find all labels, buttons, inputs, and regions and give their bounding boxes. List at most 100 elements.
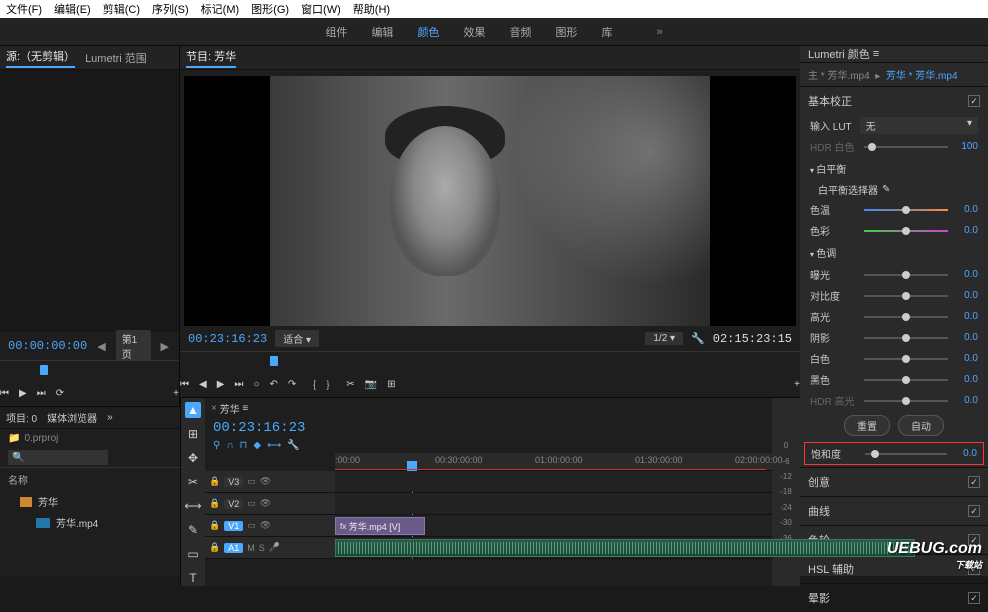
contrast-slider[interactable] xyxy=(864,295,948,297)
menu-window[interactable]: 窗口(W) xyxy=(301,1,341,17)
source-monitor[interactable] xyxy=(0,70,179,332)
pager-prev[interactable]: ◀ xyxy=(95,340,107,353)
track-v2-head[interactable]: 🔒V2▭ xyxy=(205,493,335,514)
export-frame-icon[interactable]: 📷 xyxy=(365,379,377,390)
ws-tab-graphics[interactable]: 图形 xyxy=(555,24,577,40)
tl-snap-icon[interactable]: ⚲ xyxy=(213,440,220,451)
program-ruler[interactable] xyxy=(180,351,800,371)
eye-icon[interactable] xyxy=(260,476,271,487)
eye-icon[interactable] xyxy=(260,520,271,531)
auto-button[interactable]: 自动 xyxy=(898,415,944,436)
saturation-value[interactable]: 0.0 xyxy=(953,448,977,459)
track-v3-head[interactable]: 🔒V3▭ xyxy=(205,471,335,492)
creative-check[interactable] xyxy=(968,476,980,488)
tl-ctrl4-icon[interactable]: ◆ xyxy=(253,440,261,451)
ripple-tool[interactable]: ✥ xyxy=(185,450,201,466)
slip-tool[interactable]: ⟷ xyxy=(185,498,201,514)
fit-dropdown[interactable]: 适合 ▾ xyxy=(275,330,319,347)
ws-tab-color[interactable]: 颜色 xyxy=(417,24,439,40)
src-loop-icon[interactable]: ⟳ xyxy=(56,388,64,399)
extract-icon[interactable]: ↷ xyxy=(288,379,296,390)
sequence-tab[interactable]: 芳华 xyxy=(220,401,240,416)
track-v2[interactable] xyxy=(335,493,772,514)
highlights-value[interactable]: 0.0 xyxy=(954,311,978,322)
go-in-icon[interactable]: ｛ xyxy=(306,377,316,392)
vignette-section[interactable]: 晕影 xyxy=(808,590,830,606)
tint-slider[interactable] xyxy=(864,230,948,232)
play-icon[interactable]: ▶ xyxy=(217,379,225,390)
creative-section[interactable]: 创意 xyxy=(808,474,830,490)
ws-tab-effects[interactable]: 效果 xyxy=(463,24,485,40)
reset-button[interactable]: 重置 xyxy=(844,415,890,436)
audio-clip[interactable] xyxy=(335,539,915,557)
record-icon[interactable]: 🎤 xyxy=(269,542,280,553)
solo-button[interactable]: S xyxy=(259,543,265,553)
track-label[interactable]: V2 xyxy=(224,499,243,509)
source-clip-link[interactable]: 芳华 * 芳华.mp4 xyxy=(886,71,958,82)
track-a1-head[interactable]: 🔒A1MS🎤 xyxy=(205,537,335,558)
exposure-value[interactable]: 0.0 xyxy=(954,269,978,280)
resolution-dropdown[interactable]: 1/2 ▾ xyxy=(645,332,683,345)
razor-tool[interactable]: ✂ xyxy=(185,474,201,490)
track-label[interactable]: V1 xyxy=(224,521,243,531)
contrast-value[interactable]: 0.0 xyxy=(954,290,978,301)
settings-icon[interactable]: 🔧 xyxy=(691,332,705,345)
eye-icon[interactable] xyxy=(260,498,271,509)
vignette-check[interactable] xyxy=(968,592,980,604)
tl-marker-icon[interactable]: ⊓ xyxy=(240,440,248,451)
type-tool[interactable]: T xyxy=(185,570,201,586)
source-tab[interactable]: 源:（无剪辑） xyxy=(6,48,75,68)
project-search[interactable] xyxy=(8,450,108,465)
src-add-icon[interactable]: + xyxy=(173,388,179,399)
lock-icon[interactable]: 🔒 xyxy=(209,520,220,531)
menu-graphics[interactable]: 图形(G) xyxy=(251,1,289,17)
tl-ctrl5-icon[interactable]: ⟷ xyxy=(267,440,281,451)
basic-correction-header[interactable]: 基本校正 xyxy=(808,93,852,109)
track-v1-head[interactable]: 🔒V1▭ xyxy=(205,515,335,536)
project-more[interactable]: » xyxy=(107,412,113,423)
track-select-tool[interactable]: ⊞ xyxy=(185,426,201,442)
media-browser-tab[interactable]: 媒体浏览器 xyxy=(47,410,97,425)
ws-tab-editing[interactable]: 编辑 xyxy=(371,24,393,40)
shadows-value[interactable]: 0.0 xyxy=(954,332,978,343)
program-timecode-in[interactable]: 00:23:16:23 xyxy=(188,332,267,346)
wb-section[interactable]: 白平衡 xyxy=(800,157,988,180)
go-out-icon[interactable]: ｝ xyxy=(326,377,336,392)
track-a1[interactable] xyxy=(335,537,772,558)
pen-tool[interactable]: ✎ xyxy=(185,522,201,538)
curves-section[interactable]: 曲线 xyxy=(808,503,830,519)
menu-help[interactable]: 帮助(H) xyxy=(353,1,390,17)
hsl-section[interactable]: HSL 辅助 xyxy=(808,561,854,577)
shadows-slider[interactable] xyxy=(864,337,948,339)
razor-icon[interactable]: ✂ xyxy=(346,379,354,390)
src-prev-icon[interactable]: ⏮ xyxy=(0,388,9,399)
menu-clip[interactable]: 剪辑(C) xyxy=(103,1,140,17)
video-clip[interactable]: fx 芳华.mp4 [V] xyxy=(335,517,425,535)
saturation-slider[interactable] xyxy=(865,453,947,455)
mark-in-icon[interactable]: ⏮ xyxy=(180,379,189,390)
master-clip-label[interactable]: 主 * 芳华.mp4 xyxy=(808,71,870,82)
pager-label[interactable]: 第1页 xyxy=(116,330,151,362)
col-name-header[interactable]: 名称 xyxy=(0,467,180,491)
project-crumb[interactable]: 0.prproj xyxy=(24,433,58,444)
lumetri-scopes-tab[interactable]: Lumetri 范围 xyxy=(85,50,147,66)
project-item-clip[interactable]: 芳华.mp4 xyxy=(0,512,180,533)
track-label[interactable]: A1 xyxy=(224,543,243,553)
project-tab[interactable]: 项目: 0 xyxy=(6,410,37,425)
temp-slider[interactable] xyxy=(864,209,948,211)
ws-tab-assembly[interactable]: 组件 xyxy=(325,24,347,40)
project-item-bin[interactable]: 芳华 xyxy=(0,491,180,512)
rect-tool[interactable]: ▭ xyxy=(185,546,201,562)
track-v1[interactable]: fx 芳华.mp4 [V] xyxy=(335,515,772,536)
basic-enable-check[interactable] xyxy=(968,95,980,107)
menu-sequence[interactable]: 序列(S) xyxy=(152,1,189,17)
ws-tab-audio[interactable]: 音频 xyxy=(509,24,531,40)
tone-section[interactable]: 色调 xyxy=(800,241,988,264)
step-back-icon[interactable]: ◀ xyxy=(199,379,207,390)
highlights-slider[interactable] xyxy=(864,316,948,318)
eyedropper-icon[interactable]: ✎ xyxy=(882,184,890,195)
whites-slider[interactable] xyxy=(864,358,948,360)
source-ruler[interactable] xyxy=(0,360,179,380)
lift-icon[interactable]: ↶ xyxy=(269,379,277,390)
lock-icon[interactable]: 🔒 xyxy=(209,476,220,487)
